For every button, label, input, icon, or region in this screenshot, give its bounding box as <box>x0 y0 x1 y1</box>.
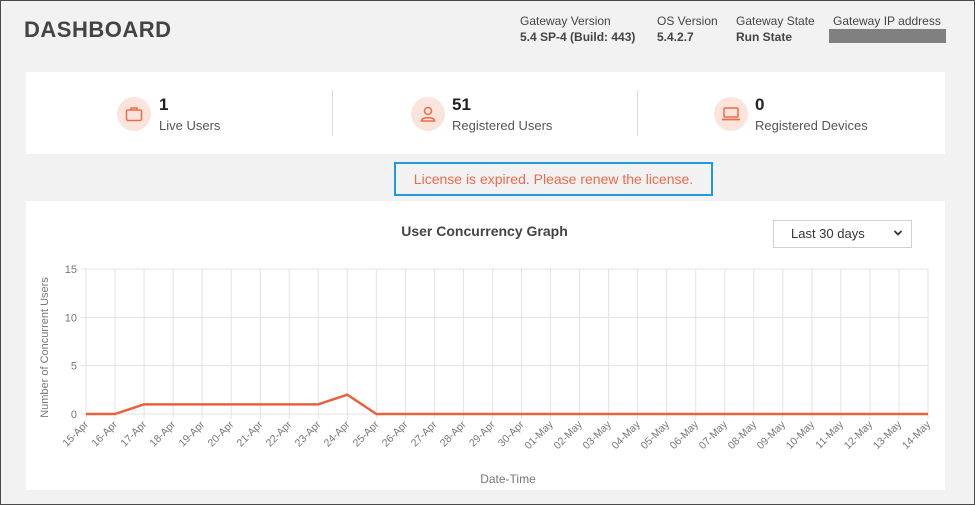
x-tick-label: 13-May <box>871 418 905 452</box>
x-tick-label: 01-May <box>522 418 556 452</box>
stat-divider <box>637 90 638 136</box>
x-tick-label: 22-Apr <box>264 418 295 449</box>
gateway-state-label: Gateway State <box>736 14 815 28</box>
x-tick-label: 10-May <box>784 418 818 452</box>
live-users-count: 1 <box>159 95 169 114</box>
x-tick-label: 12-May <box>842 418 876 452</box>
x-tick-label: 21-Apr <box>235 418 266 449</box>
x-tick-label: 24-Apr <box>322 418 353 449</box>
y-tick-label: 5 <box>71 361 77 373</box>
x-tick-label: 16-Apr <box>89 418 120 449</box>
x-tick-label: 08-May <box>726 418 760 452</box>
registered-devices-label: Registered Devices <box>755 118 868 133</box>
os-version-value: 5.4.2.7 <box>657 30 694 44</box>
x-tick-label: 17-Apr <box>118 418 149 449</box>
x-tick-label: 27-Apr <box>409 418 440 449</box>
y-axis-title: Number of Concurrent Users <box>39 277 51 418</box>
x-tick-label: 07-May <box>697 418 731 452</box>
x-tick-label: 04-May <box>610 418 644 452</box>
user-concurrency-chart: 0 5 10 15 15-Apr16-Apr17-Apr18-Apr19-Apr20-A… <box>39 264 934 486</box>
registered-users-label: Registered Users <box>452 118 553 133</box>
x-tick-label: 14-May <box>900 418 934 452</box>
x-tick-label: 19-Apr <box>176 418 207 449</box>
x-tick-label: 29-Apr <box>467 418 498 449</box>
x-tick-label: 25-Apr <box>351 418 382 449</box>
x-tick-label: 03-May <box>580 418 614 452</box>
user-icon <box>411 97 445 131</box>
x-tick-label: 05-May <box>639 418 673 452</box>
x-tick-label: 11-May <box>813 418 846 451</box>
x-tick-label: 30-Apr <box>496 418 527 449</box>
x-tick-label: 02-May <box>551 418 585 452</box>
os-version: OS Version 5.4.2.7 <box>657 14 718 45</box>
laptop-icon <box>714 97 748 131</box>
registered-users-count: 51 <box>452 95 471 114</box>
x-tick-label: 18-Apr <box>147 418 178 449</box>
live-users-label: Live Users <box>159 118 221 133</box>
page-title: DASHBOARD <box>24 17 172 42</box>
x-tick-label: 20-Apr <box>206 418 237 449</box>
y-tick-label: 0 <box>71 409 77 421</box>
x-tick-label: 09-May <box>755 418 789 452</box>
gateway-version-label: Gateway Version <box>520 14 611 28</box>
stat-divider <box>332 90 333 136</box>
os-version-label: OS Version <box>657 14 718 28</box>
x-tick-label: 15-Apr <box>60 418 91 449</box>
gateway-version-value: 5.4 SP-4 (Build: 443) <box>520 30 636 44</box>
x-tick-label: 28-Apr <box>438 418 469 449</box>
y-tick-label: 10 <box>65 312 77 324</box>
briefcase-icon <box>117 97 151 131</box>
dashboard-frame: DASHBOARD Gateway Version 5.4 SP-4 (Buil… <box>0 0 975 505</box>
gateway-ip-redacted <box>829 29 946 43</box>
x-axis-title: Date-Time <box>480 472 536 486</box>
gateway-state-value: Run State <box>736 30 793 44</box>
concurrency-chart-panel: User Concurrency Graph Last 30 days 0 5 10… <box>26 201 945 490</box>
gateway-ip: Gateway IP address <box>829 14 946 43</box>
gateway-version: Gateway Version 5.4 SP-4 (Build: 443) <box>520 14 635 45</box>
registered-devices-count: 0 <box>755 95 765 114</box>
series-line <box>86 393 928 416</box>
x-tick-label: 26-Apr <box>380 418 411 449</box>
stats-panel: 1 Live Users 51 Registered Users 0 Regis… <box>26 72 945 154</box>
y-tick-label: 15 <box>65 264 77 276</box>
gateway-ip-label: Gateway IP address <box>833 14 941 28</box>
x-tick-label: 06-May <box>668 418 702 452</box>
x-tick-label: 23-Apr <box>293 418 324 449</box>
license-expired-message: License is expired. Please renew the lic… <box>394 162 713 196</box>
gateway-state: Gateway State Run State <box>736 14 815 45</box>
